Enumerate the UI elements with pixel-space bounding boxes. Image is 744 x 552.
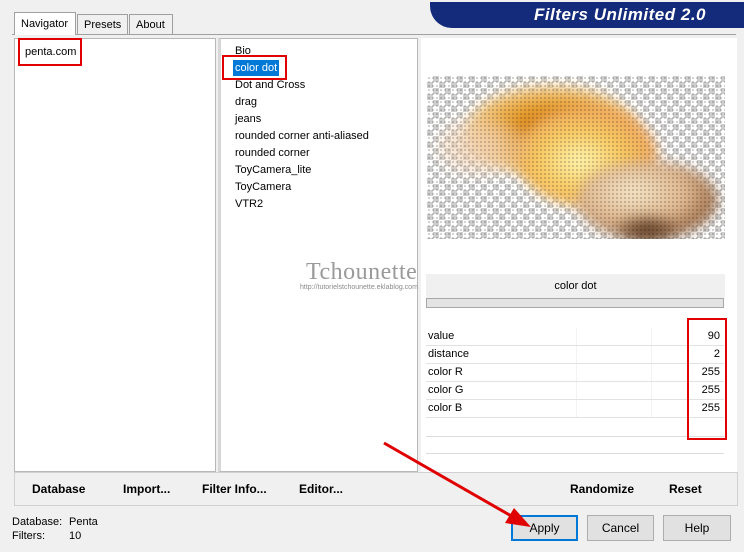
filter-list[interactable]: Bio color dot Dot and Cross drag jeans r… [218, 38, 418, 472]
tab-about[interactable]: About [129, 14, 173, 34]
filters-status-value: 10 [69, 530, 82, 542]
database-status-label: Database: [12, 516, 63, 528]
param-row-value[interactable]: value 90 [426, 328, 724, 346]
param-label: value [428, 330, 455, 342]
param-label: color G [428, 384, 464, 396]
watermark-url: http://tutorielstchounette.eklablog.com [300, 284, 418, 291]
reset-button[interactable]: Reset [669, 482, 702, 496]
filter-title: color dot [426, 274, 725, 298]
navigator-list[interactable]: penta.com [14, 38, 216, 472]
filter-item-toycamera[interactable]: ToyCamera [233, 179, 293, 195]
filter-item-jeans[interactable]: jeans [233, 111, 263, 127]
filter-item-vtr2[interactable]: VTR2 [233, 196, 265, 212]
filter-item-rounded-corner-anti-aliased[interactable]: rounded corner anti-aliased [233, 128, 371, 144]
preview-image [427, 76, 725, 239]
app-title: Filters Unlimited 2.0 [533, 5, 706, 24]
filter-item-toycamera-lite[interactable]: ToyCamera_lite [233, 162, 313, 178]
highlight-box-filter [222, 55, 287, 80]
help-button[interactable]: Help [663, 515, 731, 541]
param-label: color R [428, 366, 463, 378]
param-row-distance[interactable]: distance 2 [426, 346, 724, 364]
param-row-color-r[interactable]: color R 255 [426, 364, 724, 382]
param-label: color B [428, 402, 463, 414]
param-row-color-b[interactable]: color B 255 [426, 400, 724, 418]
watermark-text: Tchounette [306, 259, 418, 285]
filter-item-drag[interactable]: drag [233, 94, 259, 110]
param-row-color-g[interactable]: color G 255 [426, 382, 724, 400]
randomize-button[interactable]: Randomize [570, 482, 634, 496]
tab-presets[interactable]: Presets [77, 14, 128, 34]
header-banner: Filters Unlimited 2.0 [430, 2, 744, 28]
import-button[interactable]: Import... [123, 482, 170, 496]
param-empty-row [426, 453, 724, 454]
filter-item-rounded-corner[interactable]: rounded corner [233, 145, 312, 161]
tab-divider [12, 34, 736, 35]
tab-navigator[interactable]: Navigator [14, 12, 76, 35]
editor-button[interactable]: Editor... [299, 482, 343, 496]
apply-button[interactable]: Apply [511, 515, 578, 541]
highlight-box-navigator [18, 38, 82, 66]
param-empty-row [426, 436, 724, 437]
cancel-button[interactable]: Cancel [587, 515, 654, 541]
database-button[interactable]: Database [32, 482, 85, 496]
filters-status-label: Filters: [12, 530, 45, 542]
filter-info-button[interactable]: Filter Info... [202, 482, 267, 496]
database-status-value: Penta [69, 516, 98, 528]
filter-slider-track[interactable] [426, 298, 724, 308]
param-label: distance [428, 348, 469, 360]
highlight-box-values [687, 318, 727, 440]
